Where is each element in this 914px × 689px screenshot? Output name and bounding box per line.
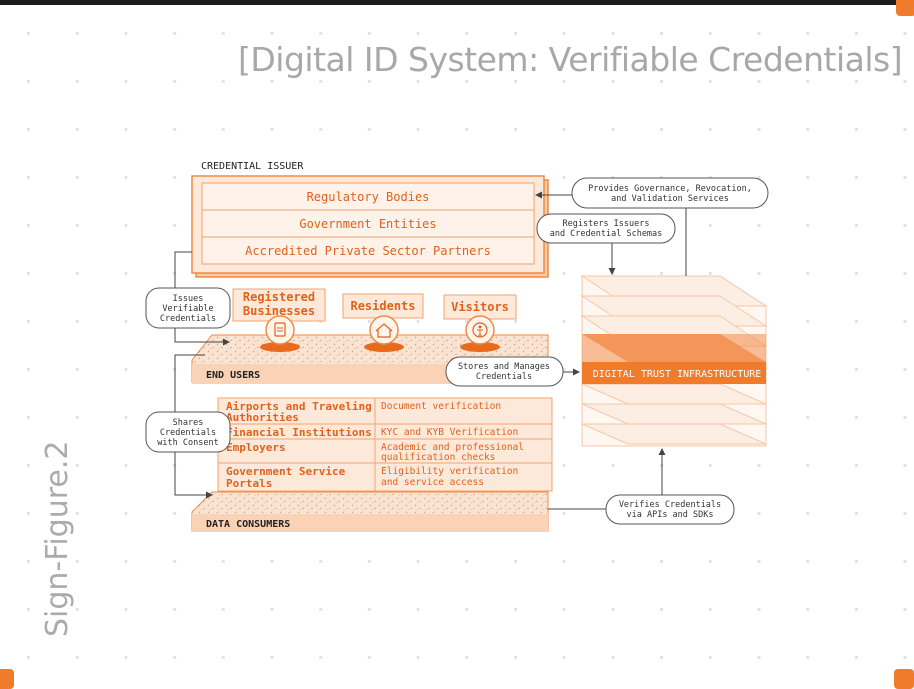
callout-governance-line1: Provides Governance, Revocation, bbox=[588, 184, 752, 194]
connector-shares-to-consumers bbox=[174, 452, 213, 499]
verifiable-credentials-diagram: CREDENTIAL ISSUER Regulatory Bodies Gove… bbox=[145, 161, 769, 532]
credential-issuer-heading: CREDENTIAL ISSUER bbox=[201, 161, 304, 172]
consumer-name-financial: Financial Institutions bbox=[226, 426, 372, 439]
consumer-use-employers-line2: qualification checks bbox=[381, 452, 495, 463]
callout-shares-line3: with Consent bbox=[157, 438, 218, 448]
consumer-name-employers: Employers bbox=[226, 441, 286, 454]
issuer-label-regulatory-bodies: Regulatory Bodies bbox=[307, 190, 430, 204]
consumer-use-financial: KYC and KYB Verification bbox=[381, 427, 518, 438]
callout-stores-line1: Stores and Manages bbox=[458, 362, 550, 372]
data-consumers-heading: DATA CONSUMERS bbox=[206, 519, 290, 530]
consumer-use-government-line1: Eligibility verification bbox=[381, 466, 518, 477]
callout-shares-line1: Shares bbox=[173, 418, 204, 428]
callout-stores: Stores and Manages Credentials bbox=[445, 356, 564, 387]
clipboard-icon bbox=[265, 315, 295, 345]
consumer-name-government-line2: Portals bbox=[226, 477, 272, 490]
callout-issues-line3: Credentials bbox=[160, 314, 216, 324]
callout-shares: Shares Credentials with Consent bbox=[145, 411, 231, 453]
infrastructure-label: DIGITAL TRUST INFRASTRUCTURE bbox=[593, 369, 762, 380]
callout-issues-line1: Issues bbox=[173, 294, 204, 304]
home-icon bbox=[369, 315, 399, 345]
data-consumers-section: DATA CONSUMERS Airports and Traveling Au… bbox=[191, 397, 553, 532]
callout-registers: Registers Issuers and Credential Schemas bbox=[536, 213, 676, 244]
callout-governance-line2: and Validation Services bbox=[611, 194, 729, 204]
callout-verifies-line2: via APIs and SDKs bbox=[627, 510, 714, 520]
group-label-registered-businesses-line1: Registered bbox=[243, 290, 315, 304]
issuer-label-government-entities: Government Entities bbox=[299, 217, 436, 231]
group-label-visitors: Visitors bbox=[451, 300, 509, 314]
callout-shares-line2: Credentials bbox=[160, 428, 216, 438]
callout-governance: Provides Governance, Revocation, and Val… bbox=[571, 177, 769, 209]
credential-issuer-section: CREDENTIAL ISSUER Regulatory Bodies Gove… bbox=[191, 161, 549, 278]
callout-registers-line1: Registers Issuers bbox=[563, 219, 650, 229]
consumer-use-airports: Document verification bbox=[381, 401, 501, 412]
issuer-label-private-partners: Accredited Private Sector Partners bbox=[245, 244, 491, 258]
callout-registers-line2: and Credential Schemas bbox=[550, 229, 663, 239]
callout-stores-line2: Credentials bbox=[476, 372, 532, 382]
person-icon-head bbox=[478, 325, 482, 329]
end-users-heading: END USERS bbox=[206, 370, 260, 381]
group-label-residents: Residents bbox=[350, 299, 415, 313]
digital-trust-infrastructure-stack: DIGITAL TRUST INFRASTRUCTURE bbox=[580, 275, 768, 447]
callout-issues: Issues Verifiable Credentials bbox=[145, 287, 231, 329]
consumer-name-airports-line2: Authorities bbox=[226, 411, 299, 424]
callout-verifies: Verifies Credentials via APIs and SDKs bbox=[605, 494, 735, 525]
consumer-use-government-line2: and service access bbox=[381, 477, 484, 488]
callout-verifies-line1: Verifies Credentials bbox=[619, 500, 721, 510]
callout-issues-line2: Verifiable bbox=[162, 304, 213, 314]
